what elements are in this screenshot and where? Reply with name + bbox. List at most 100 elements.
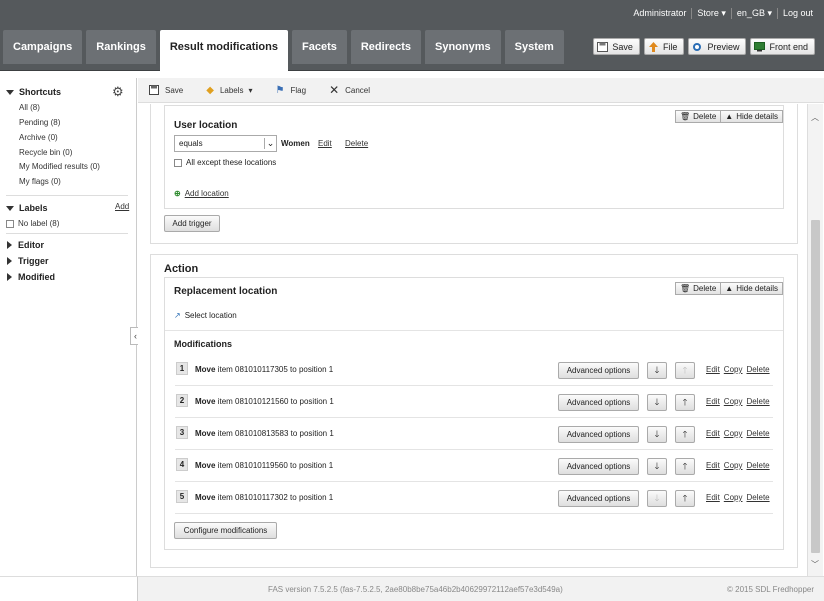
section-modified[interactable]: Modified: [6, 272, 55, 282]
operator-select[interactable]: equals ⌄: [174, 135, 277, 152]
all-except-option[interactable]: All except these locations: [174, 158, 276, 167]
caret-down-icon: ▾: [248, 85, 253, 95]
label-no-label[interactable]: No label (8): [6, 219, 59, 228]
move-up-button[interactable]: 🡑: [675, 458, 695, 475]
hide-details-button[interactable]: ▲ Hide details: [721, 110, 783, 123]
move-up-button: 🡑: [675, 362, 695, 379]
user-location-title: User location: [174, 120, 238, 131]
header-front-end-label: Front end: [769, 41, 808, 52]
main-tabs: Campaigns Rankings Result modifications …: [3, 30, 568, 71]
toolbar-labels-button[interactable]: ◆ Labels ▾: [206, 85, 252, 96]
edit-location-link[interactable]: Edit: [318, 139, 332, 148]
advanced-options-button[interactable]: Advanced options: [558, 426, 639, 443]
edit-modification-link[interactable]: Edit: [706, 493, 720, 502]
section-trigger[interactable]: Trigger: [6, 256, 49, 266]
move-up-button[interactable]: 🡑: [675, 490, 695, 507]
header-file-button[interactable]: File: [643, 38, 685, 55]
copy-modification-link[interactable]: Copy: [724, 461, 743, 470]
advanced-options-button[interactable]: Advanced options: [558, 490, 639, 507]
add-location-link[interactable]: ⊕ Add location: [174, 189, 229, 198]
all-except-checkbox[interactable]: [174, 158, 182, 167]
move-down-button[interactable]: 🡓: [647, 458, 667, 475]
copy-modification-link[interactable]: Copy: [724, 365, 743, 374]
tab-facets[interactable]: Facets: [292, 30, 347, 64]
delete-modification-link[interactable]: Delete: [746, 493, 769, 502]
toolbar-flag-button[interactable]: ⚑ Flag: [276, 85, 307, 96]
modification-links: Edit Copy Delete: [706, 461, 774, 470]
move-down-button[interactable]: 🡓: [647, 394, 667, 411]
store-menu[interactable]: Store ▾: [691, 8, 731, 19]
save-icon: [597, 41, 609, 52]
move-up-button[interactable]: 🡑: [675, 426, 695, 443]
section-editor[interactable]: Editor: [6, 240, 44, 250]
locale-menu[interactable]: en_GB ▾: [730, 8, 777, 19]
header-front-end-button[interactable]: Front end: [750, 38, 815, 55]
move-up-button[interactable]: 🡑: [675, 394, 695, 411]
move-down-button[interactable]: 🡓: [647, 362, 667, 379]
tab-system[interactable]: System: [504, 30, 564, 64]
copy-modification-link[interactable]: Copy: [724, 493, 743, 502]
edit-modification-link[interactable]: Edit: [706, 461, 720, 470]
delete-trigger-button[interactable]: 🗑 Delete: [674, 110, 722, 123]
add-trigger-button[interactable]: Add trigger: [164, 215, 220, 232]
toolbar-save-button[interactable]: Save: [149, 85, 183, 95]
delete-action-button[interactable]: 🗑 Delete: [674, 282, 722, 295]
sidebar-footer: [0, 576, 138, 601]
select-location-link[interactable]: ↗ Select location: [174, 311, 237, 320]
tab-result-modifications[interactable]: Result modifications: [159, 30, 288, 71]
toolbar-cancel-button[interactable]: ✕ Cancel: [329, 83, 370, 97]
modification-detail: item 081010813583 to position 1: [217, 429, 334, 438]
shortcut-pending[interactable]: Pending (8): [19, 118, 60, 127]
modification-row: 5 Move item 081010117302 to position 1 Adv…: [175, 482, 773, 514]
tab-campaigns[interactable]: Campaigns: [3, 30, 83, 64]
shortcut-all[interactable]: All (8): [19, 103, 40, 112]
shortcut-archive[interactable]: Archive (0): [19, 133, 58, 142]
edit-modification-link[interactable]: Edit: [706, 365, 720, 374]
header-preview-button[interactable]: Preview: [688, 38, 747, 55]
scroll-up-icon[interactable]: ︿: [811, 112, 819, 123]
copy-modification-link[interactable]: Copy: [724, 429, 743, 438]
edit-modification-link[interactable]: Edit: [706, 429, 720, 438]
action-title: Action: [164, 263, 199, 275]
content-scrollbar[interactable]: ︿ ﹀: [807, 104, 823, 576]
advanced-options-button[interactable]: Advanced options: [558, 362, 639, 379]
tab-redirects[interactable]: Redirects: [350, 30, 421, 64]
move-down-button[interactable]: 🡓: [647, 426, 667, 443]
advanced-options-button[interactable]: Advanced options: [558, 394, 639, 411]
copy-modification-link[interactable]: Copy: [724, 397, 743, 406]
scroll-down-icon[interactable]: ﹀: [811, 559, 819, 570]
gear-icon[interactable]: ⚙: [112, 84, 124, 100]
shortcuts-header[interactable]: Shortcuts: [6, 87, 61, 97]
header-file-label: File: [662, 41, 678, 52]
modification-number: 2: [176, 394, 188, 407]
edit-modification-link[interactable]: Edit: [706, 397, 720, 406]
delete-modification-link[interactable]: Delete: [746, 461, 769, 470]
delete-location-link[interactable]: Delete: [345, 139, 368, 148]
label-checkbox[interactable]: [6, 219, 14, 228]
add-label-link[interactable]: Add: [115, 202, 129, 211]
expanded-icon: [6, 89, 14, 95]
delete-modification-link[interactable]: Delete: [746, 365, 769, 374]
shortcut-recycle-bin[interactable]: Recycle bin (0): [19, 148, 72, 157]
delete-modification-link[interactable]: Delete: [746, 397, 769, 406]
user-name[interactable]: Administrator: [628, 8, 691, 19]
trash-icon: 🗑: [679, 112, 691, 121]
tab-synonyms[interactable]: Synonyms: [425, 30, 501, 64]
advanced-options-button[interactable]: Advanced options: [558, 458, 639, 475]
shortcut-my-modified[interactable]: My Modified results (0): [19, 162, 100, 171]
header-save-button[interactable]: Save: [593, 38, 640, 55]
upload-icon: [648, 41, 658, 52]
labels-header[interactable]: Labels: [6, 203, 48, 213]
scroll-thumb[interactable]: [811, 220, 820, 553]
configure-modifications-button[interactable]: Configure modifications: [174, 522, 277, 539]
hide-action-details-button[interactable]: ▲ Hide details: [721, 282, 783, 295]
divider: [165, 330, 783, 331]
logout-link[interactable]: Log out: [776, 8, 818, 19]
version-text: FAS version 7.5.2.5 (fas-7.5.2.5, 2ae80b…: [268, 585, 563, 594]
delete-trigger-label: Delete: [693, 112, 717, 121]
monitor-icon: [754, 41, 766, 51]
delete-modification-link[interactable]: Delete: [746, 429, 769, 438]
tab-rankings[interactable]: Rankings: [86, 30, 156, 64]
modification-row: 4 Move item 081010119560 to position 1 Adv…: [175, 450, 773, 482]
shortcut-my-flags[interactable]: My flags (0): [19, 177, 61, 186]
